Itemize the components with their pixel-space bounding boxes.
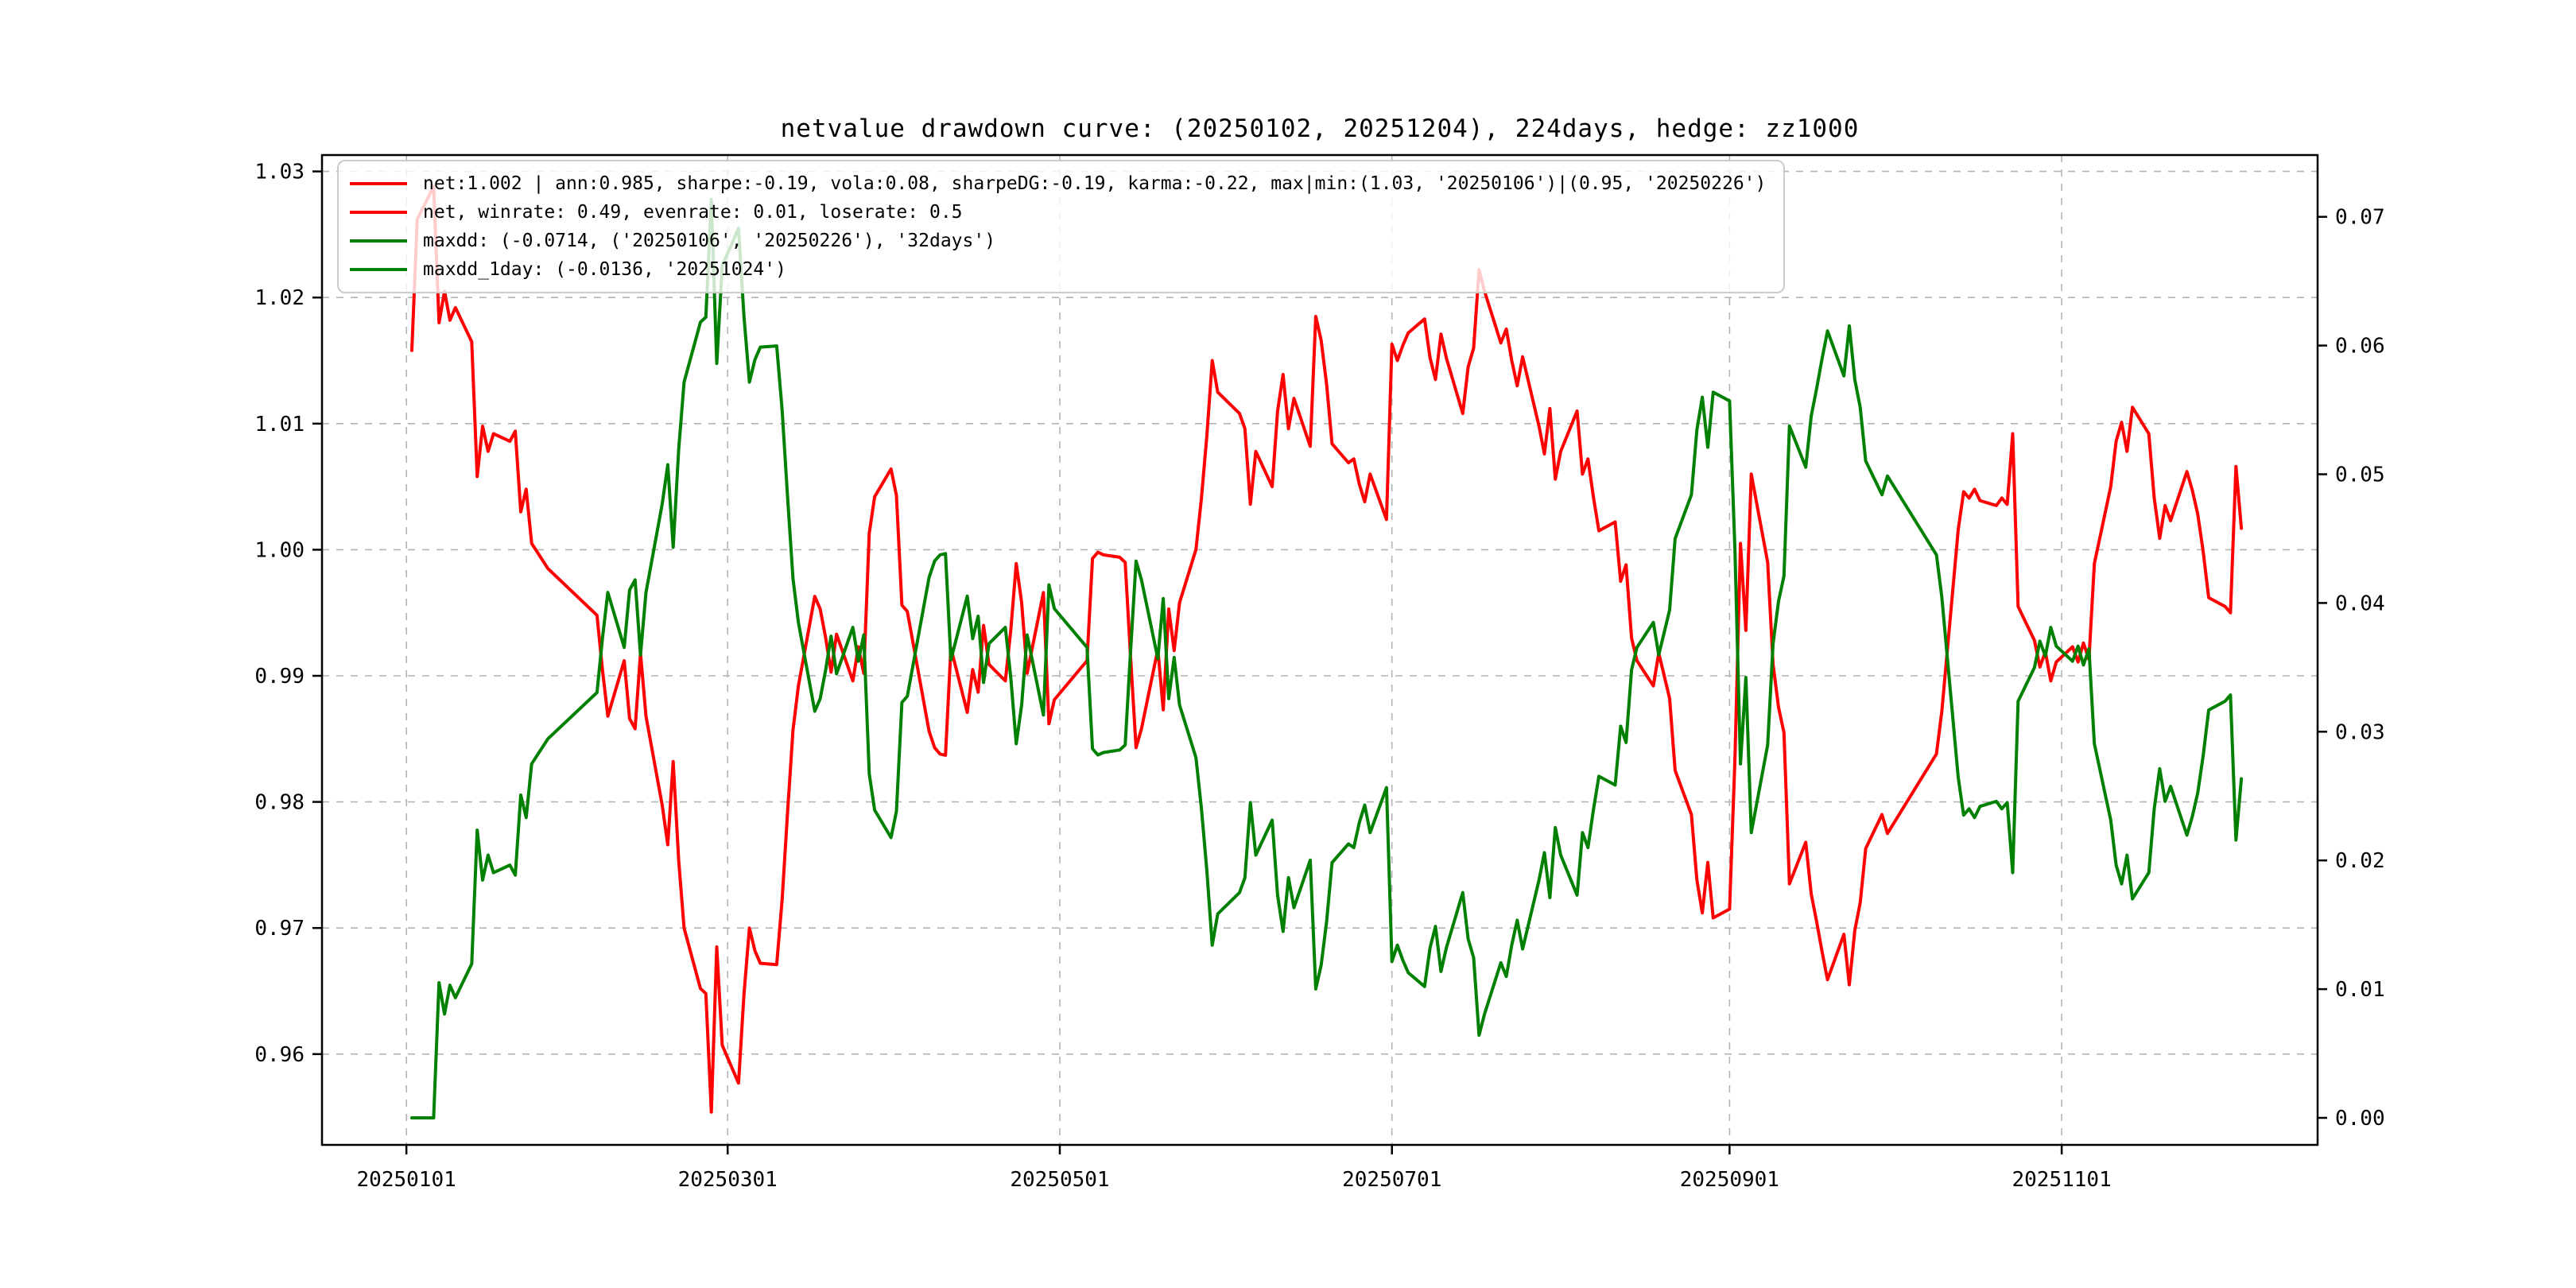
svg-text:20250301: 20250301	[678, 1168, 778, 1192]
svg-text:0.07: 0.07	[2335, 206, 2385, 230]
svg-text:20250701: 20250701	[1342, 1168, 1441, 1192]
svg-text:0.98: 0.98	[254, 791, 305, 815]
svg-text:0.05: 0.05	[2335, 464, 2385, 487]
series-lines	[412, 187, 2241, 1118]
svg-text:0.96: 0.96	[254, 1043, 305, 1067]
svg-text:1.00: 1.00	[254, 538, 305, 562]
svg-text:0.06: 0.06	[2335, 335, 2385, 359]
svg-text:0.00: 0.00	[2335, 1107, 2385, 1131]
legend-box: net:1.002 | ann:0.985, sharpe:-0.19, vol…	[337, 160, 1785, 293]
svg-text:1.02: 1.02	[254, 286, 305, 310]
maxdd-line-swatch	[350, 239, 407, 242]
net-line-swatch	[350, 182, 407, 185]
legend-label: maxdd_1day: (-0.0136, '20251024')	[423, 259, 786, 280]
svg-text:0.02: 0.02	[2335, 849, 2385, 873]
legend-item-maxdd-1day: maxdd_1day: (-0.0136, '20251024')	[350, 255, 1766, 284]
svg-text:0.04: 0.04	[2335, 592, 2385, 615]
svg-text:1.03: 1.03	[254, 161, 305, 184]
svg-text:20250901: 20250901	[1680, 1168, 1779, 1192]
maxdd-1day-line-swatch	[350, 268, 407, 271]
svg-text:0.01: 0.01	[2335, 978, 2385, 1002]
grid-lines	[322, 155, 2318, 1145]
net-line-swatch	[350, 211, 407, 214]
legend-label: net:1.002 | ann:0.985, sharpe:-0.19, vol…	[423, 173, 1766, 194]
legend-label: maxdd: (-0.0714, ('20250106', '20250226'…	[423, 231, 995, 251]
svg-text:0.99: 0.99	[254, 665, 305, 689]
svg-text:1.01: 1.01	[254, 413, 305, 436]
legend-item-net-rates: net, winrate: 0.49, evenrate: 0.01, lose…	[350, 198, 1766, 227]
svg-text:0.03: 0.03	[2335, 720, 2385, 744]
legend-label: net, winrate: 0.49, evenrate: 0.01, lose…	[423, 202, 963, 223]
legend-item-net-stats: net:1.002 | ann:0.985, sharpe:-0.19, vol…	[350, 169, 1766, 198]
axis-ticks: 0.96 0.97 0.98 0.99 1.00 1.01 1.02 1.03 0.00 0.01…	[254, 161, 2384, 1192]
svg-text:20250101: 20250101	[357, 1168, 456, 1192]
plot-frame	[322, 155, 2318, 1145]
svg-text:20250501: 20250501	[1010, 1168, 1109, 1192]
chart-figure: 0.96 0.97 0.98 0.99 1.00 1.01 1.02 1.03 0.00 0.01…	[0, 0, 2576, 1288]
chart-title: netvalue drawdown curve: (20250102, 2025…	[322, 114, 2318, 143]
legend-item-maxdd: maxdd: (-0.0714, ('20250106', '20250226'…	[350, 227, 1766, 255]
svg-text:0.97: 0.97	[254, 917, 305, 941]
svg-text:20251101: 20251101	[2012, 1168, 2112, 1192]
